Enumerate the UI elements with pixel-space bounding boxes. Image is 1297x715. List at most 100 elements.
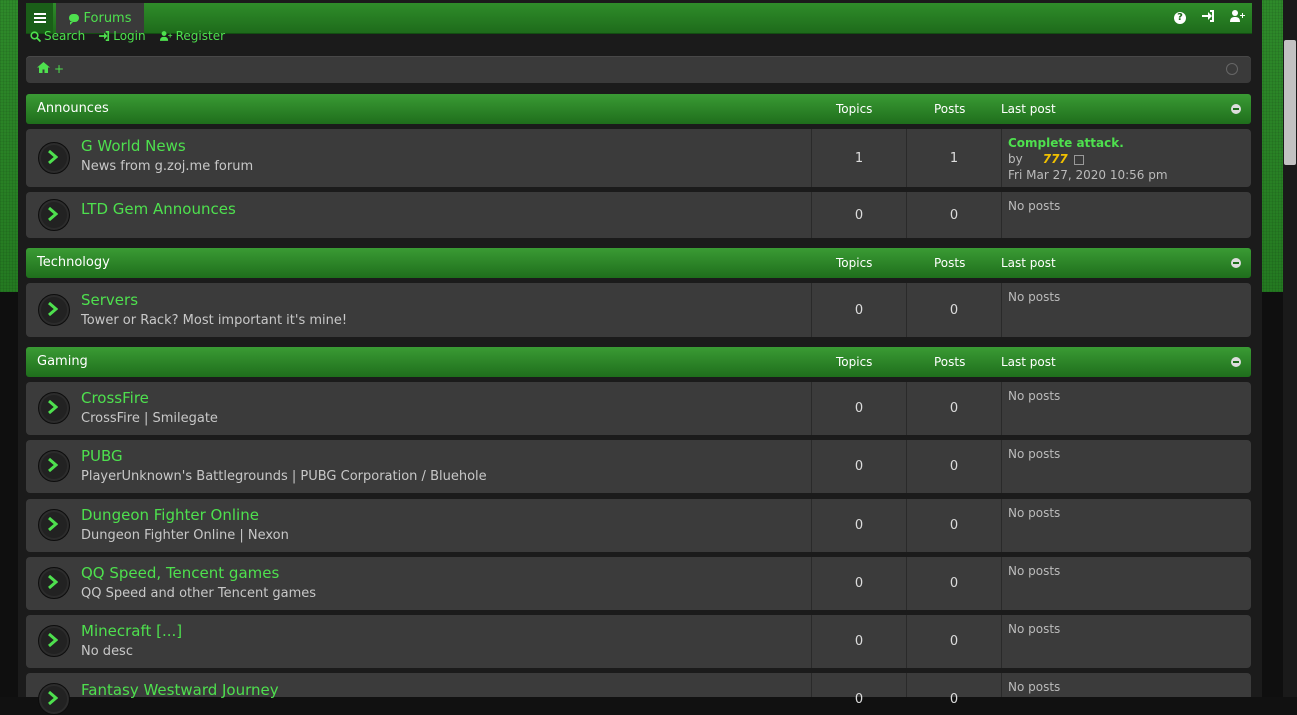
forum-title[interactable]: QQ Speed, Tencent games [81,564,279,582]
forum-posts-count: 0 [906,382,1001,435]
register-icon[interactable] [1230,10,1246,26]
search-icon [30,30,41,42]
forum-row: CrossFire CrossFire | Smilegate 0 0 No p… [26,382,1251,435]
forum-description: News from g.zoj.me forum [81,159,254,174]
forum-read-icon [38,392,70,424]
last-post-date: Fri Mar 27, 2020 10:56 pm [1008,168,1168,182]
scrollbar-thumb[interactable] [1284,40,1296,165]
collapse-icon[interactable] [1231,258,1241,268]
forum-last-post: No posts [1001,382,1252,435]
forum-read-icon [38,199,70,231]
forums-tab-label: Forums [83,10,132,26]
register-link[interactable]: Register [159,29,226,43]
breadcrumb-plus[interactable]: + [54,62,64,76]
forum-read-icon [38,450,70,482]
forum-description: Dungeon Fighter Online | Nexon [81,528,289,543]
navbar-right-icons: ? [1174,3,1246,33]
forum-posts-count: 0 [906,283,1001,337]
forum-posts-count: 0 [906,440,1001,493]
column-posts: Posts [934,102,966,116]
collapse-icon[interactable] [1231,104,1241,114]
scrollbar[interactable] [1283,0,1297,697]
breadcrumb: + [26,56,1251,83]
forum-row: LTD Gem Announces 0 0 No posts [26,192,1251,238]
forum-posts-count: 0 [906,499,1001,552]
forum-title[interactable]: G World News [81,137,186,155]
collapse-icon[interactable] [1231,357,1241,367]
forum-title[interactable]: Minecraft [...] [81,622,182,640]
home-icon[interactable] [37,62,50,73]
column-topics: Topics [836,256,873,270]
forum-last-post: No posts [1001,557,1252,610]
forum-row: Servers Tower or Rack? Most important it… [26,283,1251,337]
forum-row: Fantasy Westward Journey 0 0 No posts [26,673,1252,715]
forum-last-post: No posts [1001,615,1252,668]
forum-topics-count: 0 [811,557,906,610]
column-last-post: Last post [1001,355,1056,369]
forum-read-icon [38,294,70,326]
forum-last-post: No posts [1001,440,1252,493]
no-posts-label: No posts [1008,389,1061,403]
menu-icon [33,13,46,23]
forum-posts-count: 0 [906,673,1001,707]
forum-description: Tower or Rack? Most important it's mine! [81,313,348,328]
forum-posts-count: 0 [906,192,1001,238]
forum-last-post: No posts [1001,283,1252,337]
forum-title[interactable]: Dungeon Fighter Online [81,506,259,524]
forum-row: Minecraft [...] No desc 0 0 No posts [26,615,1251,668]
forum-last-post: No posts [1001,499,1252,552]
last-post-by-label: by [1008,152,1023,166]
no-posts-label: No posts [1008,506,1061,520]
forum-read-icon [38,683,70,715]
forum-topics-value: 0 [854,692,864,707]
forum-last-post: No posts [1001,673,1252,697]
forum-topics-count: 0 [811,499,906,552]
sub-navigation: Search Login Register [30,29,225,43]
login-link-icon [99,31,110,41]
forum-topics-count: 0 [811,192,906,238]
forum-topics-count: 0 [811,440,906,493]
forum-title[interactable]: CrossFire [81,389,149,407]
last-post-by: by 777 [1008,152,1084,166]
forum-read-icon [38,142,70,174]
forum-read-icon [38,625,70,657]
register-link-icon [159,31,172,41]
column-topics: Topics [836,102,873,116]
forum-title[interactable]: LTD Gem Announces [81,200,236,218]
forum-last-post: No posts [1001,192,1252,238]
search-link[interactable]: Search [30,29,85,43]
login-icon[interactable] [1200,10,1216,26]
forum-row: PUBG PlayerUnknown's Battlegrounds | PUB… [26,440,1251,493]
forum-title[interactable]: Fantasy Westward Journey [81,681,279,699]
login-link[interactable]: Login [99,29,146,43]
forum-posts-count: 1 [906,129,1001,187]
category-title[interactable]: Announces [37,101,109,116]
forum-posts-count: 0 [906,615,1001,668]
no-posts-label: No posts [1008,564,1061,578]
column-topics: Topics [836,355,873,369]
forum-title[interactable]: Servers [81,291,138,309]
category-title[interactable]: Gaming [37,354,88,369]
help-icon[interactable]: ? [1174,12,1186,24]
forum-topics-count: 0 [811,615,906,668]
forum-last-post: Complete attack. by 777 Fri Mar 27, 2020 … [1001,129,1252,187]
forum-description: CrossFire | Smilegate [81,411,218,426]
forum-read-icon [38,509,70,541]
forum-posts-value: 0 [949,692,959,707]
column-last-post: Last post [1001,102,1056,116]
forum-description: No desc [81,644,133,659]
forum-row: QQ Speed, Tencent games QQ Speed and oth… [26,557,1251,610]
goto-post-icon[interactable] [1073,154,1084,165]
category-title[interactable]: Technology [37,255,110,270]
no-posts-label: No posts [1008,290,1061,304]
forum-row: Dungeon Fighter Online Dungeon Fighter O… [26,499,1251,552]
forum-title[interactable]: PUBG [81,447,123,465]
category-header-gaming: Gaming Topics Posts Last post [26,347,1251,377]
forum-topics-count: 0 [811,673,906,707]
forum-topics-count: 0 [811,382,906,435]
login-link-label: Login [113,29,146,43]
last-post-username[interactable]: 777 [1043,152,1068,166]
category-header-technology: Technology Topics Posts Last post [26,248,1251,278]
last-post-title[interactable]: Complete attack. [1008,136,1124,150]
register-link-label: Register [175,29,226,43]
